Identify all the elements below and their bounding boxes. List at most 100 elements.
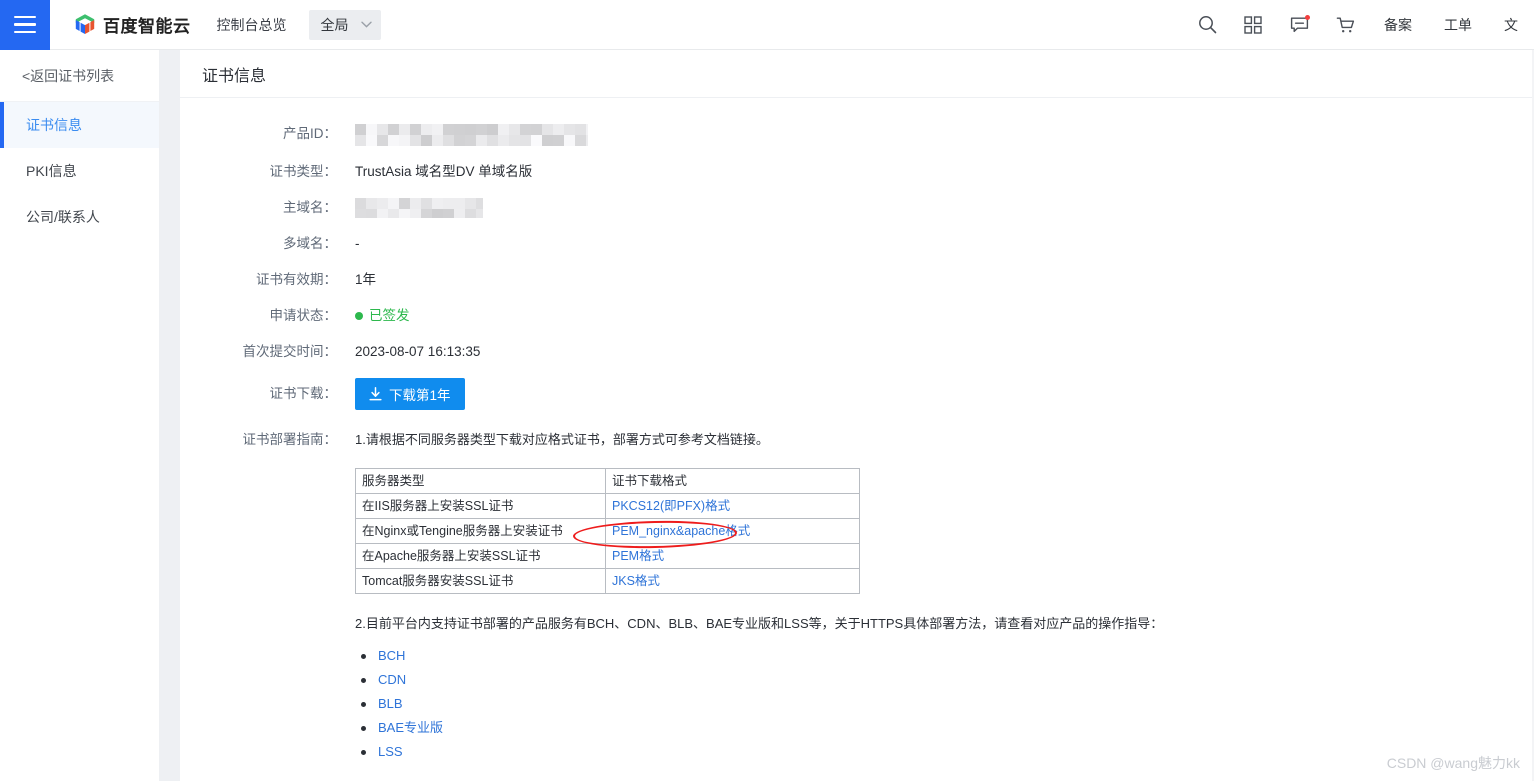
region-selector-label: 全局 [321, 15, 349, 35]
docs-link-truncated[interactable]: 文 [1488, 0, 1534, 50]
message-icon[interactable] [1276, 0, 1322, 50]
bullet-dot-icon [361, 750, 366, 755]
list-item: CDN [355, 668, 1163, 692]
field-value: - [355, 234, 360, 254]
hamburger-line [14, 23, 36, 26]
download-certificate-button[interactable]: 下载第1年 [355, 378, 465, 410]
sidebar-back-to-certificate-list[interactable]: <返回证书列表 [0, 50, 159, 102]
table-body: 服务器类型 证书下载格式 在IIS服务器上安装SSL证书 PKCS12(即PFX… [356, 469, 860, 594]
product-link-bch[interactable]: BCH [378, 646, 405, 666]
guide-paragraph-1: 1.请根据不同服务器类型下载对应格式证书，部署方式可参考文档链接。 [355, 430, 1163, 450]
redacted-mosaic-block [355, 124, 588, 146]
field-row-certificate-type: 证书类型： TrustAsia 域名型DV 单域名版 [180, 162, 1534, 182]
sidebar-item-company-contact[interactable]: 公司/联系人 [0, 194, 159, 240]
table-header-cell: 服务器类型 [356, 469, 606, 494]
bullet-dot-icon [361, 702, 366, 707]
certificate-info-card: 证书信息 产品ID： 证书类型： TrustAsia 域名型DV 单域名版 主域… [180, 50, 1534, 781]
field-value: TrustAsia 域名型DV 单域名版 [355, 162, 532, 182]
console-overview-link[interactable]: 控制台总览 [217, 15, 287, 35]
sidebar-item-label: PKI信息 [22, 161, 77, 181]
table-cell-server-type: 在Nginx或Tengine服务器上安装证书 [356, 519, 606, 544]
left-sidebar: <返回证书列表 证书信息 PKI信息 公司/联系人 [0, 50, 160, 781]
list-item: BAE专业版 [355, 716, 1163, 740]
sidebar-item-label: 证书信息 [22, 115, 82, 135]
field-row-application-status: 申请状态： 已签发 [180, 306, 1534, 326]
table-cell-server-type: Tomcat服务器安装SSL证书 [356, 569, 606, 594]
field-row-certificate-download: 证书下载： 下载第1年 [180, 378, 1534, 410]
certificate-detail-form: 产品ID： 证书类型： TrustAsia 域名型DV 单域名版 主域名： 多域… [180, 98, 1534, 764]
field-value: 1年 [355, 270, 376, 290]
field-label: 申请状态： [180, 306, 355, 326]
field-label: 证书类型： [180, 162, 355, 182]
cart-glyph [1336, 16, 1355, 34]
sidebar-item-label: 公司/联系人 [22, 207, 100, 227]
list-item: BLB [355, 692, 1163, 716]
field-label: 证书有效期： [180, 270, 355, 290]
list-item: LSS [355, 740, 1163, 764]
message-badge-dot [1305, 15, 1310, 20]
list-item: BCH [355, 644, 1163, 668]
search-icon[interactable] [1184, 0, 1230, 50]
field-row-product-id: 产品ID： [180, 124, 1534, 146]
deployment-guide-content: 1.请根据不同服务器类型下载对应格式证书，部署方式可参考文档链接。 服务器类型 … [355, 430, 1163, 764]
product-link-lss[interactable]: LSS [378, 742, 403, 762]
field-row-deployment-guide: 证书部署指南： 1.请根据不同服务器类型下载对应格式证书，部署方式可参考文档链接… [180, 430, 1534, 764]
brand-logo-link[interactable]: 百度智能云 [74, 12, 191, 37]
csdn-watermark: CSDN @wang魅力kk [1387, 753, 1520, 773]
apps-grid-icon[interactable] [1230, 0, 1276, 50]
guide-paragraph-2: 2.目前平台内支持证书部署的产品服务有BCH、CDN、BLB、BAE专业版和LS… [355, 614, 1163, 634]
field-label: 证书下载： [180, 384, 355, 404]
brand-name: 百度智能云 [103, 12, 191, 37]
field-value-redacted [355, 198, 483, 218]
format-link-pkcs12[interactable]: PKCS12(即PFX)格式 [612, 499, 730, 513]
bullet-dot-icon [361, 726, 366, 731]
hamburger-line [14, 16, 36, 19]
table-row: 在Apache服务器上安装SSL证书 PEM格式 [356, 544, 860, 569]
search-glyph [1198, 15, 1217, 34]
field-row-primary-domain: 主域名： [180, 198, 1534, 218]
status-dot-icon [355, 312, 363, 320]
table-row: 在Nginx或Tengine服务器上安装证书 PEM_nginx&apache格… [356, 519, 860, 544]
cart-icon[interactable] [1322, 0, 1368, 50]
format-link-pem[interactable]: PEM格式 [612, 549, 664, 563]
product-links-list: BCH CDN BLB BAE专业版 [355, 644, 1163, 764]
topbar-actions: 备案 工单 文 [1184, 0, 1534, 50]
page-title: 证书信息 [180, 50, 1534, 98]
table-cell-server-type: 在IIS服务器上安装SSL证书 [356, 494, 606, 519]
table-header-row: 服务器类型 证书下载格式 [356, 469, 860, 494]
top-header-bar: 百度智能云 控制台总览 全局 [0, 0, 1534, 50]
chevron-down-icon [361, 21, 372, 28]
hamburger-menu-icon[interactable] [0, 0, 50, 50]
sidebar-item-certificate-info[interactable]: 证书信息 [0, 102, 159, 148]
region-selector[interactable]: 全局 [309, 10, 381, 40]
format-link-jks[interactable]: JKS格式 [612, 574, 660, 588]
field-value-timestamp: 2023-08-07 16:13:35 [355, 342, 480, 362]
status-badge-label: 已签发 [369, 306, 410, 326]
download-icon [369, 387, 382, 401]
table-header-cell: 证书下载格式 [606, 469, 860, 494]
field-row-multi-domain: 多域名： - [180, 234, 1534, 254]
workorder-link[interactable]: 工单 [1428, 0, 1488, 50]
field-row-first-submit-time: 首次提交时间： 2023-08-07 16:13:35 [180, 342, 1534, 362]
field-value-redacted [355, 124, 588, 146]
product-link-bae-pro[interactable]: BAE专业版 [378, 718, 443, 738]
field-label: 证书部署指南： [180, 430, 355, 450]
server-format-table: 服务器类型 证书下载格式 在IIS服务器上安装SSL证书 PKCS12(即PFX… [355, 468, 860, 594]
product-link-blb[interactable]: BLB [378, 694, 403, 714]
field-label: 主域名： [180, 198, 355, 218]
field-row-validity-period: 证书有效期： 1年 [180, 270, 1534, 290]
sidebar-item-pki-info[interactable]: PKI信息 [0, 148, 159, 194]
hamburger-line [14, 31, 36, 34]
field-label: 首次提交时间： [180, 342, 355, 362]
download-button-label: 下载第1年 [389, 384, 451, 404]
field-label: 产品ID： [180, 124, 355, 144]
format-link-pem-nginx-apache[interactable]: PEM_nginx&apache格式 [612, 524, 750, 538]
product-link-cdn[interactable]: CDN [378, 670, 406, 690]
beian-link[interactable]: 备案 [1368, 0, 1428, 50]
apps-grid-glyph [1244, 16, 1262, 34]
table-cell-server-type: 在Apache服务器上安装SSL证书 [356, 544, 606, 569]
field-label: 多域名： [180, 234, 355, 254]
field-value-status: 已签发 [355, 306, 410, 326]
redacted-mosaic-block [355, 198, 483, 218]
table-row: Tomcat服务器安装SSL证书 JKS格式 [356, 569, 860, 594]
